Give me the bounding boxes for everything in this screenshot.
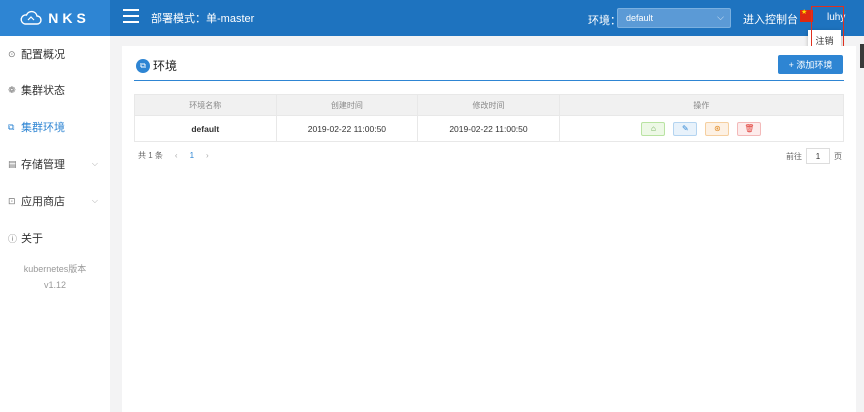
brand-logo[interactable]: NKS (0, 0, 110, 36)
cluster-icon: ❁ (8, 84, 16, 95)
goto-page: 前往 1 页 (786, 148, 842, 164)
env-name-cell: default (135, 116, 277, 141)
sidebar-item-label: 关于 (21, 233, 43, 245)
top-bar: NKS 部署模式：单-master 环境： default ⌵ 进入控制台 ★ … (0, 0, 864, 36)
sidebar-item-label: 应用商店 (21, 196, 65, 208)
sidebar-item-label: 存储管理 (21, 159, 65, 171)
version-label: kubernetes版本 (23, 264, 87, 274)
lock-icon: ⊛ (714, 124, 721, 133)
table-row: default 2019-02-22 11:00:50 2019-02-22 1… (134, 116, 844, 142)
prev-page-button[interactable]: ‹ (175, 151, 178, 160)
delete-button[interactable]: 🗑 (737, 121, 762, 136)
edit-icon: ✎ (682, 124, 689, 133)
column-header: 操作 (693, 100, 710, 110)
window-edge (860, 44, 864, 68)
sidebar-item-label: 集群环境 (21, 122, 65, 134)
actions-cell: ⌂ ✎ ⊛ 🗑 (560, 116, 843, 141)
edit-button[interactable]: ✎ (673, 121, 698, 136)
chevron-down-icon: ⌵ (717, 12, 724, 22)
trash-icon: 🗑 (744, 124, 755, 133)
page-title: ⧉ 环境 (136, 57, 177, 74)
goto-page-input[interactable]: 1 (806, 148, 830, 164)
table-header: 环境名称 创建时间 修改时间 操作 (134, 94, 844, 116)
column-header: 修改时间 (418, 95, 560, 115)
sidebar-item-overview[interactable]: ⊙ 配置概况 (0, 36, 110, 72)
china-flag-icon[interactable]: ★ (800, 9, 813, 22)
env-table: 环境名称 创建时间 修改时间 操作 default 2019-02-22 11:… (134, 94, 844, 142)
sidebar-item-cluster-status[interactable]: ❁ 集群状态 (0, 72, 110, 108)
brand-name: NKS (48, 10, 90, 26)
title-divider (134, 80, 844, 81)
cloud-logo-icon (20, 10, 42, 25)
column-header: 环境名称 (135, 95, 277, 115)
sidebar-item-label: 集群状态 (21, 85, 65, 97)
version-value: v1.12 (43, 280, 67, 290)
page-title-text: 环境 (153, 59, 178, 73)
chevron-down-icon: ⌵ (91, 196, 98, 205)
sidebar-item-about[interactable]: ⓘ 关于 (0, 220, 110, 256)
total-count: 共 1 条 (138, 151, 163, 160)
chevron-down-icon: ⌵ (91, 159, 98, 168)
add-env-button[interactable]: + 添加环境 (778, 55, 843, 74)
env-select-value: default (626, 13, 654, 23)
environment-icon: ⧉ (8, 121, 15, 132)
pagination: 共 1 条 ‹ 1 › (138, 150, 209, 161)
env-select[interactable]: default ⌵ (617, 8, 731, 28)
goto-label: 前往 (786, 151, 802, 161)
home-icon: ⌂ (650, 124, 656, 133)
goto-suffix: 页 (834, 151, 842, 161)
menu-toggle-icon[interactable] (123, 9, 139, 23)
modified-time-cell: 2019-02-22 11:00:50 (418, 116, 560, 141)
environment-icon: ⧉ (136, 58, 150, 73)
info-icon: ⓘ (8, 233, 18, 244)
lock-button[interactable]: ⊛ (705, 121, 730, 136)
sidebar-item-app-store[interactable]: ⊡ 应用商店 ⌵ (0, 183, 110, 219)
sidebar-item-cluster-env[interactable]: ⧉ 集群环境 (0, 109, 110, 145)
gear-circle-icon: ⊙ (8, 48, 16, 59)
column-header: 创建时间 (277, 95, 419, 115)
version-info: kubernetes版本 v1.12 (0, 261, 110, 293)
env-panel: ⧉ 环境 + 添加环境 环境名称 创建时间 修改时间 操作 default 20… (122, 46, 856, 412)
page-number[interactable]: 1 (190, 151, 194, 160)
user-menu[interactable]: luhy (827, 12, 845, 23)
console-link[interactable]: 进入控制台 (743, 11, 798, 27)
sidebar-item-storage[interactable]: ▤ 存储管理 ⌵ (0, 146, 110, 182)
sidebar-item-label: 配置概况 (21, 49, 65, 61)
deploy-mode-label: 部署模式：单-master (151, 13, 255, 25)
store-icon: ⊡ (8, 195, 16, 206)
storage-icon: ▤ (8, 158, 17, 169)
sidebar: ⊙ 配置概况 ❁ 集群状态 ⧉ 集群环境 ▤ 存储管理 ⌵ ⊡ 应用商店 ⌵ ⓘ… (0, 36, 110, 412)
next-page-button[interactable]: › (206, 151, 209, 160)
created-time-cell: 2019-02-22 11:00:50 (277, 116, 419, 141)
home-button[interactable]: ⌂ (641, 121, 666, 136)
